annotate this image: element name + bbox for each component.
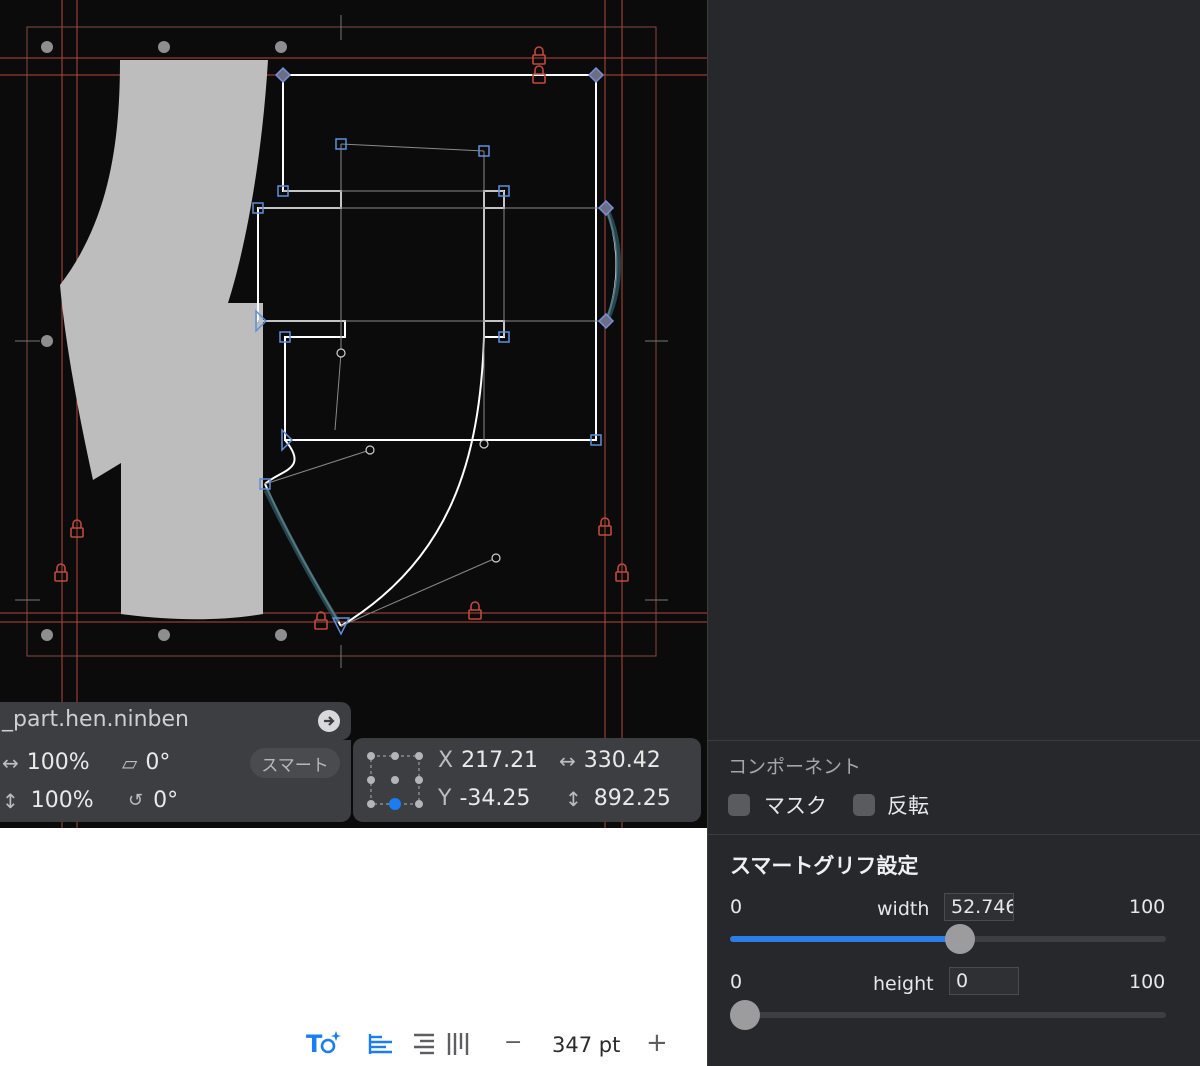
go-to-component-icon[interactable] [318, 710, 340, 732]
bottom-toolbar: T − 347 pt + [0, 828, 707, 1066]
component-section-title: コンポーネント [728, 756, 862, 778]
align-left-icon[interactable] [368, 1032, 394, 1056]
component-name: _part.hen.ninben [2, 707, 189, 732]
y-label: Y [438, 786, 452, 811]
slant-icon: ▱ [122, 750, 138, 775]
height-icon: ↕ [565, 786, 582, 811]
width-slider-fill [730, 936, 960, 942]
component-name-bar[interactable]: _part.hen.ninben [0, 702, 351, 740]
svg-text:T: T [306, 1030, 323, 1058]
y-value[interactable]: -34.25 [459, 786, 530, 811]
glyph-outline[interactable] [257, 74, 618, 627]
divider [708, 834, 1200, 835]
glyph-ninben-shape[interactable] [60, 60, 268, 620]
height-slider-knob[interactable] [730, 1000, 760, 1030]
width-value-field[interactable]: 52.746 [944, 893, 1014, 921]
mask-checkbox[interactable] [728, 794, 750, 816]
flip-checkbox[interactable] [853, 794, 875, 816]
start-point-markers[interactable] [255, 309, 351, 636]
vertical-text-icon[interactable] [446, 1031, 472, 1057]
zoom-in-button[interactable]: + [646, 1028, 668, 1058]
position-panel: X 217.21 Y -34.25 ↔ 330.42 ↕ 892.25 [353, 738, 701, 822]
height-slider[interactable] [730, 1000, 1166, 1030]
font-size-display[interactable]: 347 pt [552, 1033, 620, 1057]
flip-label: 反転 [887, 794, 929, 818]
width-scale-value[interactable]: 100% [27, 750, 90, 775]
flip-option[interactable]: 反転 [853, 790, 929, 820]
inspector-panel: コンポーネント マスク 反転 スマートグリフ設定 0 width 52.746 … [707, 0, 1200, 1066]
width-slider-name: width [877, 898, 930, 920]
width-slider-max: 100 [1129, 896, 1166, 918]
height-value-field[interactable]: 0 [949, 967, 1019, 995]
glyph-canvas[interactable]: _part.hen.ninben ↔ 100% ↕ 100% ▱ 0° ↺ 0°… [0, 0, 707, 828]
width-icon: ↔ [559, 748, 576, 773]
text-tool-icon[interactable]: T [306, 1028, 342, 1058]
rotate-value[interactable]: 0° [153, 788, 178, 813]
smart-button[interactable]: スマート [250, 748, 340, 778]
transform-panel: ↔ 100% ↕ 100% ▱ 0° ↺ 0° スマート [0, 740, 351, 822]
height-slider-min: 0 [730, 971, 743, 993]
anchor-grid-icon[interactable] [365, 750, 425, 810]
smooth-points[interactable] [274, 66, 615, 330]
slant-value[interactable]: 0° [145, 750, 170, 775]
height-slider-name: height [873, 973, 934, 995]
divider [708, 740, 1200, 741]
height-scale-icon: ↕ [2, 788, 19, 813]
width-slider-knob[interactable] [945, 924, 975, 954]
bezier-handles [258, 143, 606, 627]
width-value[interactable]: 330.42 [584, 748, 661, 773]
zoom-out-button[interactable]: − [504, 1030, 522, 1055]
smart-glyph-title: スマートグリフ設定 [730, 854, 919, 878]
height-value[interactable]: 892.25 [594, 786, 671, 811]
x-value[interactable]: 217.21 [461, 748, 538, 773]
width-slider[interactable] [730, 924, 1166, 954]
mask-option[interactable]: マスク [728, 790, 827, 820]
align-right-icon[interactable] [410, 1032, 436, 1056]
height-scale-value[interactable]: 100% [31, 788, 94, 813]
x-label: X [438, 748, 454, 773]
rotate-icon: ↺ [128, 790, 144, 811]
curve-shading [263, 211, 621, 624]
width-slider-min: 0 [730, 896, 743, 918]
width-scale-icon: ↔ [2, 750, 19, 775]
mask-label: マスク [764, 794, 827, 818]
height-slider-max: 100 [1129, 971, 1166, 993]
offcurve-points[interactable] [336, 348, 501, 563]
